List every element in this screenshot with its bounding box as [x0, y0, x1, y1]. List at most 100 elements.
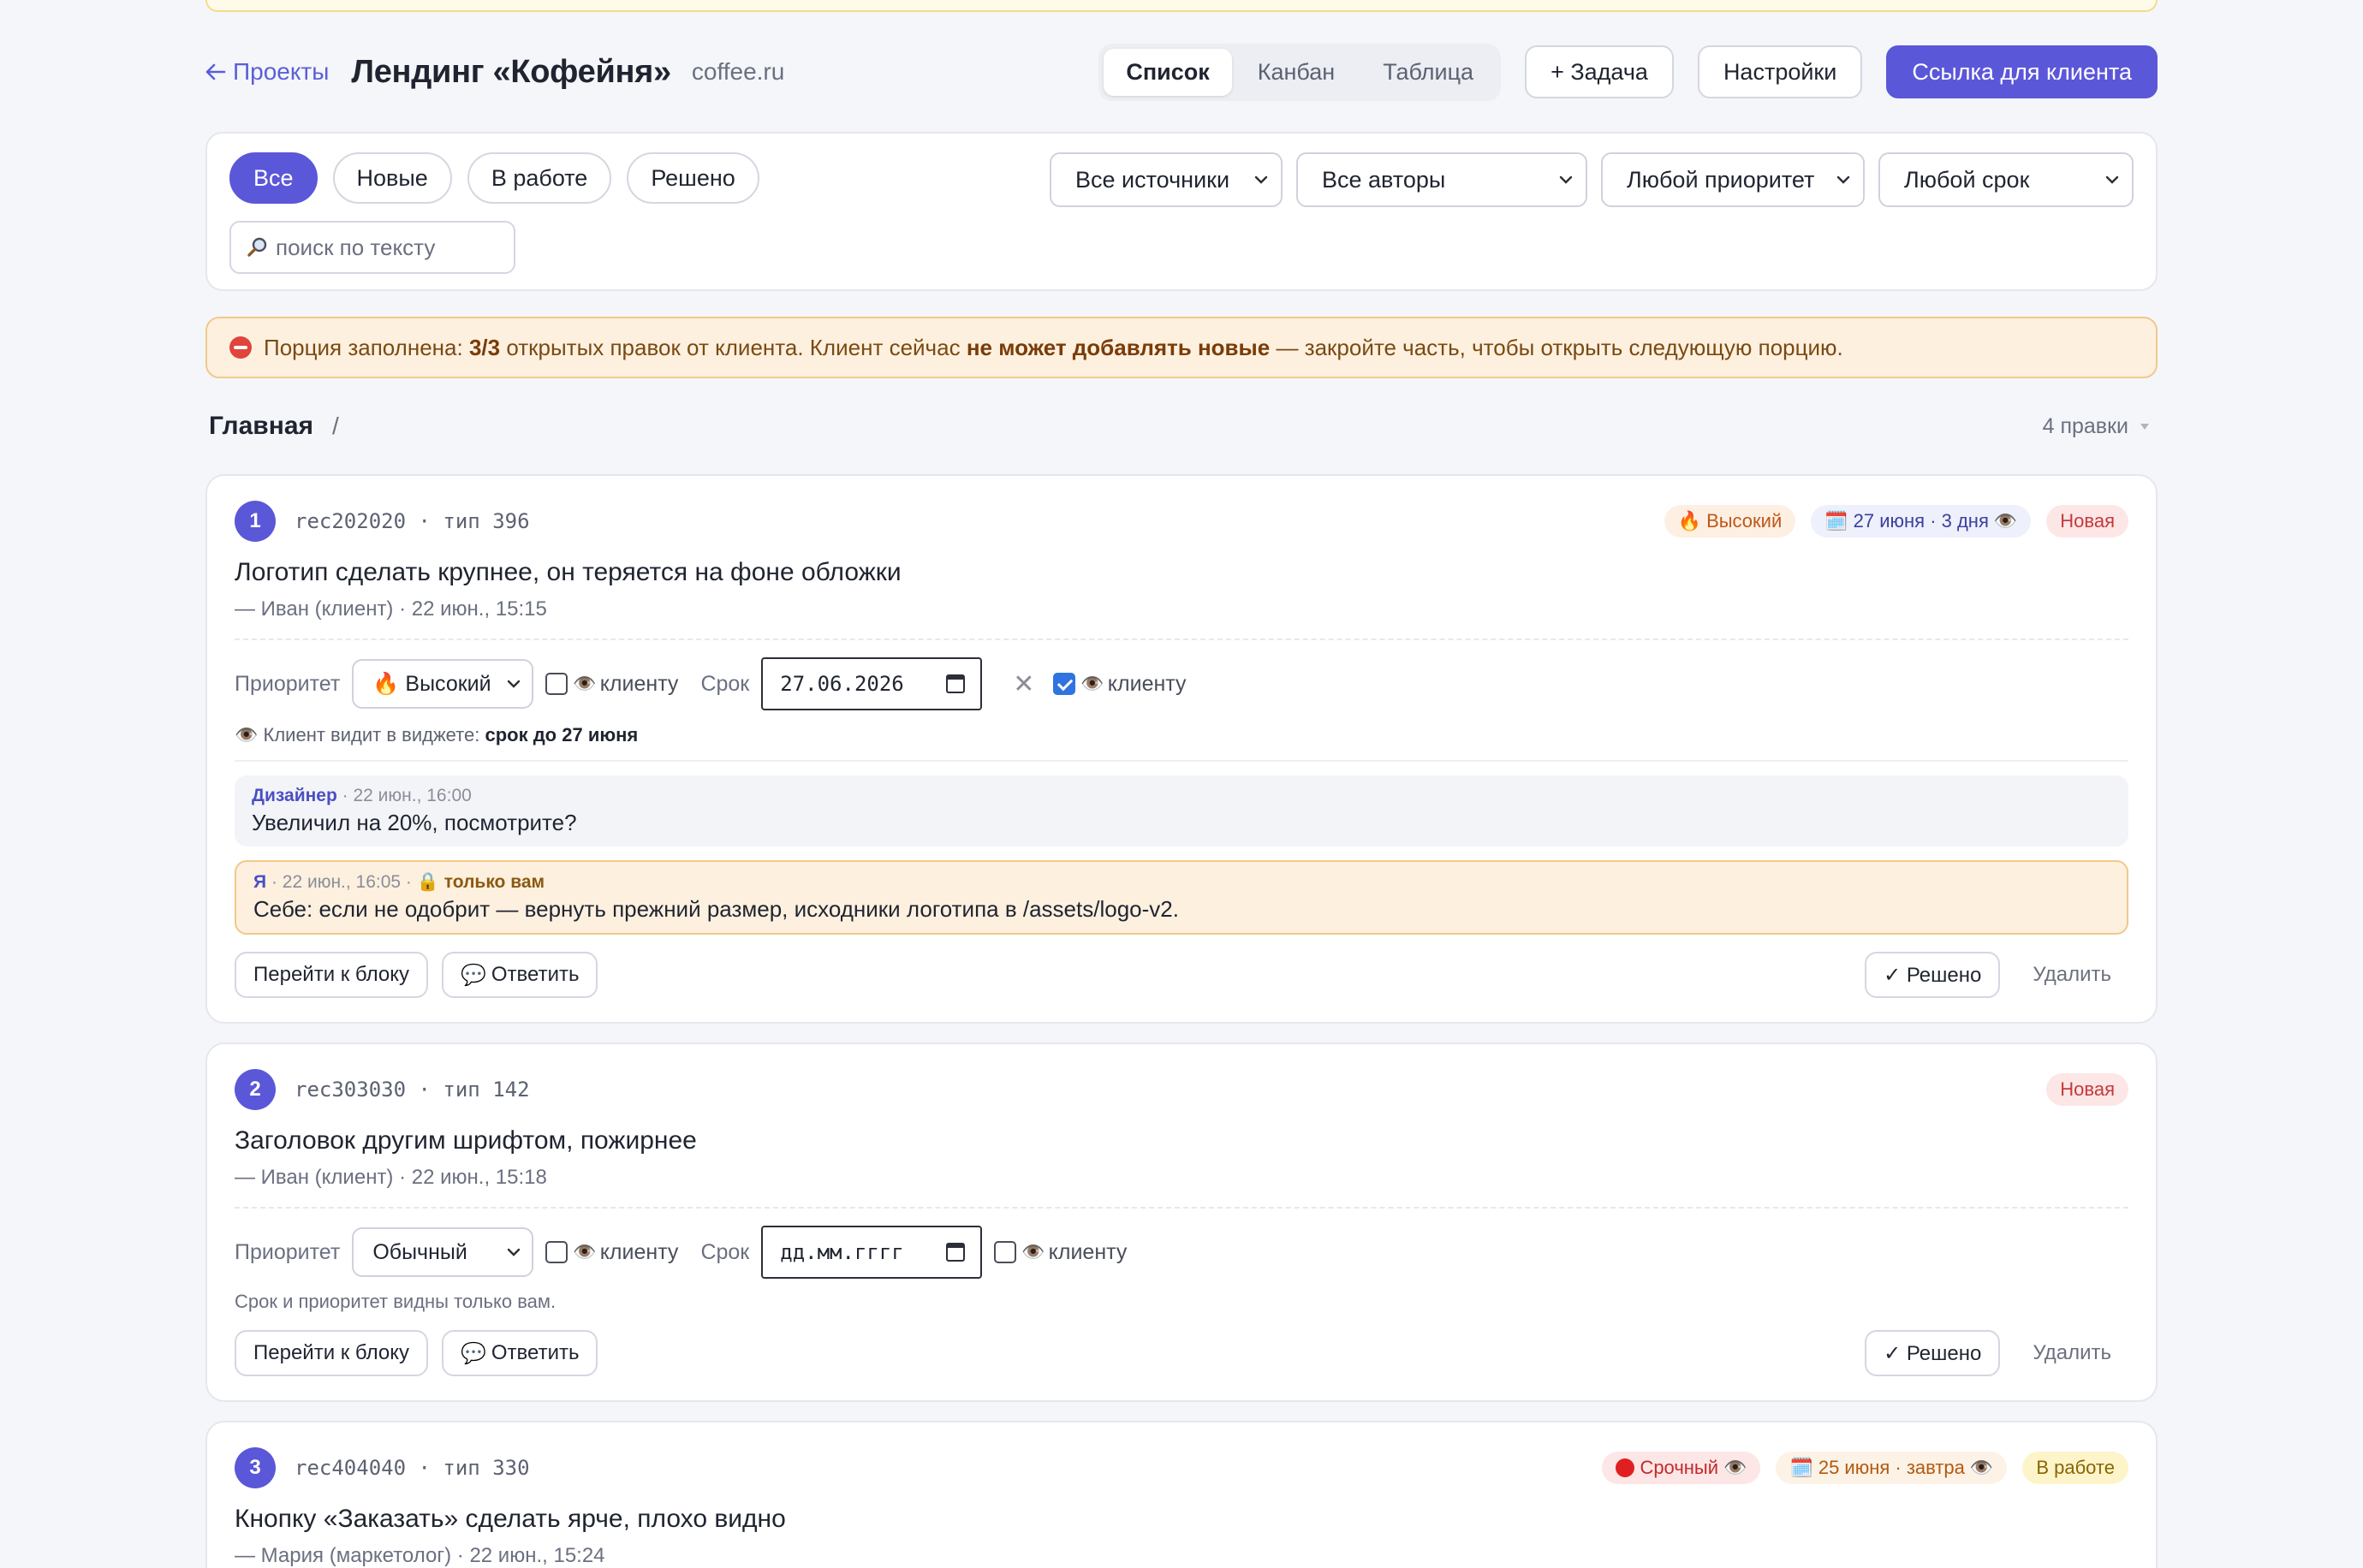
reply-button[interactable]: 💬 Ответить [442, 1330, 598, 1376]
priority-select[interactable]: Обычный [352, 1227, 534, 1277]
goto-block-button[interactable]: Перейти к блоку [235, 952, 428, 998]
to-client-label: клиенту [1048, 1239, 1128, 1264]
edit-card: 2 rec303030 · тип 142 Новая Заголовок др… [205, 1042, 2158, 1402]
eye-icon: 👁️ [1021, 1241, 1045, 1262]
eye-icon: 👁️ [1080, 673, 1104, 694]
section-count: 4 правки [2042, 413, 2128, 438]
author-select[interactable]: Все авторы [1296, 152, 1587, 207]
section-title: Главная [209, 412, 314, 440]
deadline-date-input[interactable]: 27.06.2026 [761, 657, 983, 710]
chevron-down-icon [2105, 175, 2119, 184]
card-text: Заголовок другим шрифтом, пожирнее [235, 1126, 697, 1155]
priority-to-client-checkbox[interactable] [545, 673, 568, 695]
tab-kanban[interactable]: Канбан [1235, 49, 1357, 96]
red-circle-icon [1616, 1458, 1635, 1477]
caret-down-icon[interactable] [2140, 423, 2149, 430]
chip-all[interactable]: Все [229, 152, 318, 204]
deadline-to-client-checkbox[interactable] [994, 1241, 1017, 1263]
add-task-button[interactable]: + Задача [1525, 45, 1674, 98]
card-number: 3 [235, 1447, 276, 1488]
client-link-button[interactable]: Ссылка для клиента [1886, 45, 2158, 98]
comment-author: Дизайнер [252, 786, 337, 805]
priority-label: Приоритет [235, 1239, 341, 1264]
section-header: Главная / 4 правки [205, 378, 2158, 474]
calendar-icon [946, 674, 966, 693]
to-client-label: клиенту [599, 671, 679, 696]
stop-icon [229, 336, 252, 359]
author-select-value: Все авторы [1322, 166, 1446, 193]
search-input[interactable] [276, 234, 498, 261]
deadline-select-value: Любой срок [1904, 166, 2030, 193]
fire-icon: 🔥 [372, 671, 400, 696]
calendar-icon: 🗓️ [1789, 1457, 1813, 1478]
speech-bubble-icon: 💬 [461, 963, 486, 987]
card-number: 1 [235, 501, 276, 542]
settings-button[interactable]: Настройки [1697, 45, 1863, 98]
calendar-icon: 🗓️ [1824, 510, 1848, 532]
filter-selects: Все источники Все авторы Любой приоритет… [1050, 152, 2134, 207]
chip-new[interactable]: Новые [332, 152, 452, 204]
source-select-value: Все источники [1075, 166, 1230, 193]
eye-icon: 👁️ [573, 1241, 597, 1262]
chevron-down-icon [1254, 175, 1268, 184]
eye-icon: 👁️ [1723, 1457, 1747, 1478]
comment-body: Себе: если не одобрит — вернуть прежний … [253, 896, 1179, 922]
goto-block-button[interactable]: Перейти к блоку [235, 1330, 428, 1376]
private-comment: Я · 22 июн., 16:05 · 🔒 только вам Себе: … [235, 860, 2128, 935]
deadline-select[interactable]: Любой срок [1878, 152, 2134, 207]
chevron-down-icon [1836, 175, 1850, 184]
to-client-label: клиенту [1107, 671, 1187, 696]
top-banner [205, 0, 2158, 12]
card-author: — Иван (клиент) · 22 июн., 15:18 [235, 1166, 547, 1189]
deadline-to-client-checkbox[interactable] [1053, 673, 1076, 695]
status-badge: В работе [2022, 1452, 2128, 1484]
comment-time: · 22 июн., 16:00 [342, 786, 472, 805]
comment-body: Увеличил на 20%, посмотрите? [252, 810, 577, 835]
deadline-badge: 🗓️ 27 июня · 3 дня 👁️ [1811, 505, 2032, 538]
priority-select-value: Любой приоритет [1627, 166, 1815, 193]
search-field[interactable] [229, 221, 515, 274]
delete-button[interactable]: Удалить [2033, 963, 2111, 987]
resolve-button[interactable]: ✓ Решено [1865, 952, 2001, 998]
status-badge: Новая [2046, 505, 2128, 538]
clear-date-icon[interactable]: ✕ [1013, 669, 1034, 699]
chevron-down-icon [1559, 175, 1573, 184]
priority-to-client-checkbox[interactable] [545, 1241, 568, 1263]
resolve-button[interactable]: ✓ Решено [1865, 1330, 2001, 1376]
tab-table[interactable]: Таблица [1360, 49, 1496, 96]
eye-icon: 👁️ [573, 673, 597, 694]
source-select[interactable]: Все источники [1050, 152, 1283, 207]
speech-bubble-icon: 💬 [461, 1341, 486, 1365]
comment: Дизайнер · 22 июн., 16:00 Увеличил на 20… [235, 775, 2128, 846]
comment-time: · 22 июн., 16:05 · [271, 872, 412, 892]
comment-author: Я [253, 872, 267, 892]
chip-resolved[interactable]: Решено [627, 152, 759, 204]
back-to-projects-link[interactable]: Проекты [205, 58, 329, 86]
client-visibility-note: 👁️ Клиент видит в виджете: срок до 27 ию… [235, 724, 639, 745]
project-domain: coffee.ru [691, 58, 785, 85]
card-text: Логотип сделать крупнее, он теряется на … [235, 558, 902, 586]
tab-list[interactable]: Список [1104, 48, 1232, 96]
edit-card: 1 rec202020 · тип 396 🔥 Высокий 🗓️ 27 ию… [205, 474, 2158, 1024]
page-title: Лендинг «Кофейня» [351, 53, 671, 90]
chip-in-progress[interactable]: В работе [467, 152, 612, 204]
priority-select[interactable]: Любой приоритет [1601, 152, 1865, 207]
chevron-down-icon [508, 1248, 521, 1256]
reply-button[interactable]: 💬 Ответить [442, 952, 598, 998]
deadline-label: Срок [700, 671, 750, 696]
back-label: Проекты [233, 58, 330, 85]
calendar-icon [946, 1243, 966, 1262]
card-author: — Мария (маркетолог) · 22 июн., 15:24 [235, 1544, 605, 1567]
section-slash: / [332, 413, 339, 439]
deadline-label: Срок [700, 1239, 750, 1264]
deadline-date-input[interactable]: дд.мм.гггг [761, 1226, 983, 1279]
quota-warning: Порция заполнена: 3/3 открытых правок от… [205, 317, 2158, 378]
priority-select[interactable]: 🔥 Высокий [352, 659, 534, 709]
deadline-badge: 🗓️ 25 июня · завтра 👁️ [1776, 1452, 2008, 1484]
card-author: — Иван (клиент) · 22 июн., 15:15 [235, 597, 547, 621]
private-label: только вам [443, 872, 545, 892]
edit-card: 3 rec404040 · тип 330 Срочный 👁️ 🗓️ 25 и… [205, 1421, 2158, 1568]
card-number: 2 [235, 1069, 276, 1110]
card-text: Кнопку «Заказать» сделать ярче, плохо ви… [235, 1505, 786, 1533]
delete-button[interactable]: Удалить [2033, 1341, 2111, 1365]
